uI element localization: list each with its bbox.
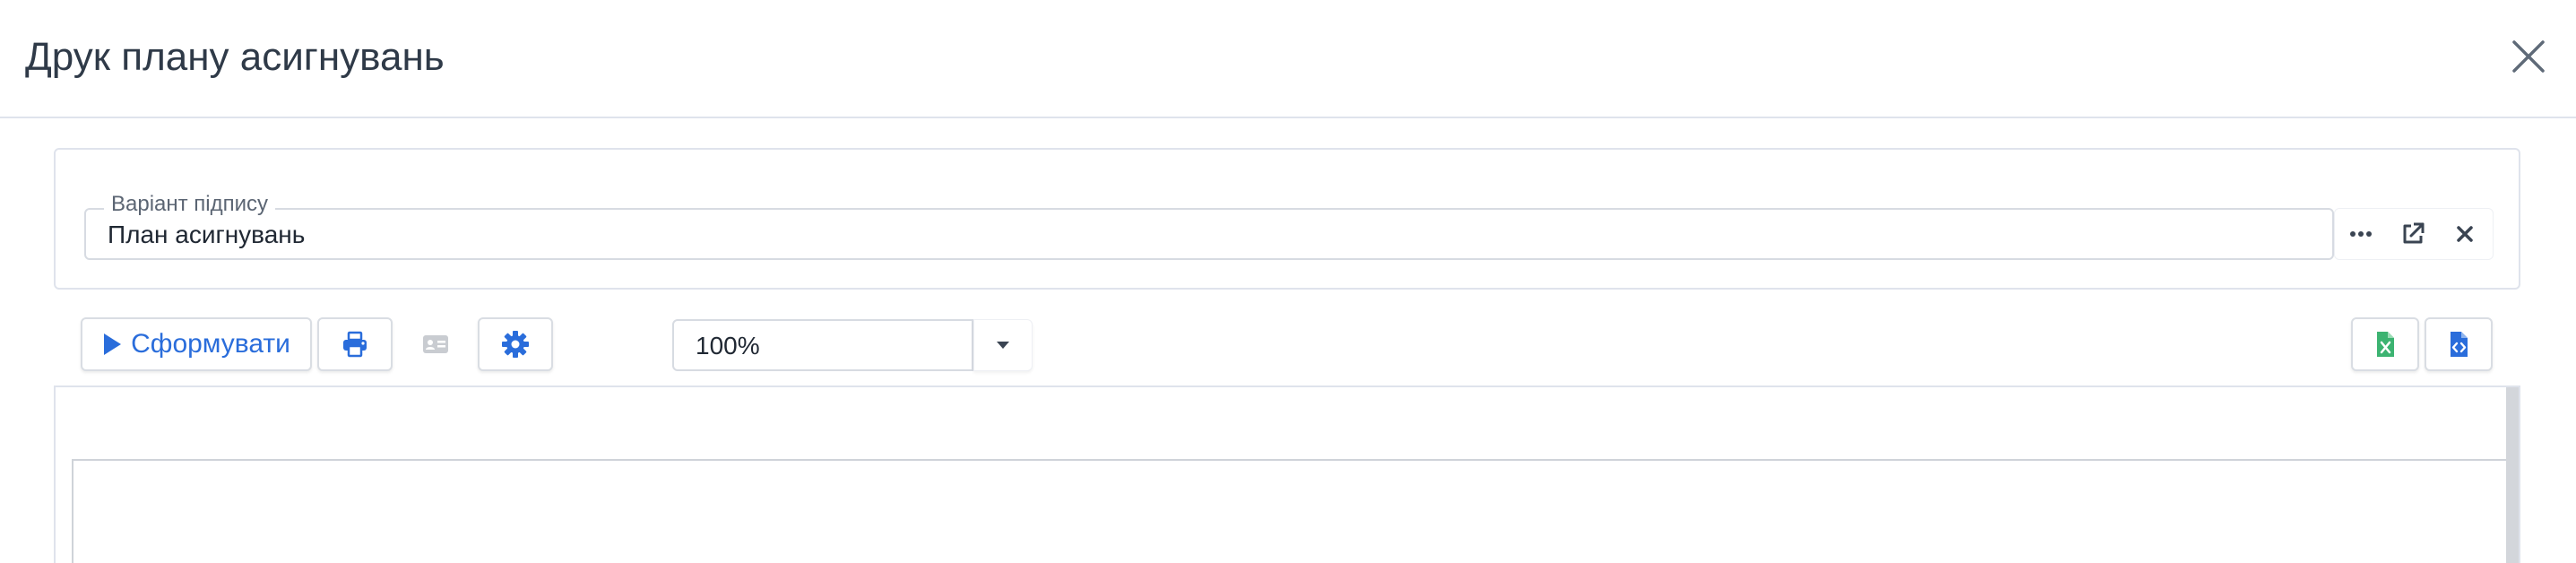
ellipsis-icon bbox=[2350, 231, 2372, 237]
id-card-icon bbox=[423, 335, 448, 353]
select-signature-button[interactable] bbox=[2335, 209, 2387, 259]
zoom-value: 100% bbox=[696, 332, 760, 359]
signature-actions bbox=[2334, 208, 2494, 260]
play-icon bbox=[104, 333, 122, 355]
printer-icon bbox=[343, 331, 367, 358]
excel-file-icon bbox=[2377, 332, 2394, 357]
external-link-icon bbox=[2403, 222, 2425, 244]
report-viewer bbox=[54, 385, 2520, 563]
form-report-label: Сформувати bbox=[131, 329, 290, 359]
report-page bbox=[72, 459, 2510, 563]
close-button[interactable] bbox=[2506, 34, 2551, 79]
viewer-scrollbar[interactable] bbox=[2506, 387, 2519, 563]
clear-icon bbox=[2457, 226, 2473, 242]
close-icon bbox=[2512, 40, 2545, 73]
clear-signature-button[interactable] bbox=[2439, 209, 2491, 259]
print-button[interactable] bbox=[317, 317, 393, 371]
open-signature-button[interactable] bbox=[2387, 209, 2439, 259]
signature-variant-label: Варіант підпису bbox=[104, 191, 276, 218]
dialog-header: Друк плану асигнувань bbox=[0, 0, 2576, 118]
signature-variant-field[interactable]: План асигнувань bbox=[84, 208, 2334, 260]
gear-icon bbox=[502, 331, 529, 358]
signature-panel: План асигнувань Варіант підпису bbox=[54, 148, 2520, 290]
export-excel-button[interactable] bbox=[2351, 317, 2419, 371]
form-report-button[interactable]: Сформувати bbox=[81, 317, 312, 371]
settings-button[interactable] bbox=[478, 317, 553, 371]
zoom-input[interactable]: 100% bbox=[672, 319, 973, 371]
caret-down-icon bbox=[997, 342, 1009, 349]
export-code-button[interactable] bbox=[2425, 317, 2493, 371]
signature-card-button[interactable] bbox=[398, 317, 473, 371]
code-file-icon bbox=[2451, 332, 2468, 357]
zoom-dropdown-button[interactable] bbox=[973, 319, 1033, 371]
signature-variant-value: План асигнувань bbox=[108, 221, 306, 248]
dialog-title: Друк плану асигнувань bbox=[25, 35, 445, 79]
